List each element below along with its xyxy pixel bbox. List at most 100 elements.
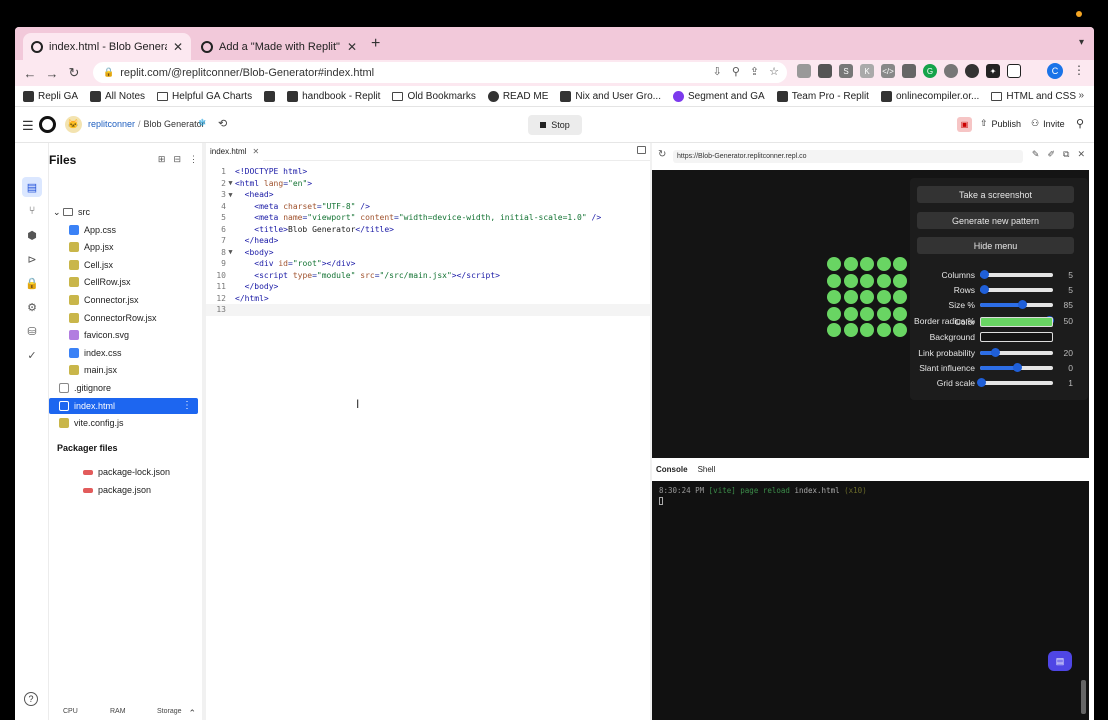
webview-reload-icon[interactable]: ↻ <box>658 149 666 160</box>
file-item[interactable]: index.css <box>49 345 198 361</box>
extension-icon[interactable] <box>818 64 832 78</box>
install-icon[interactable]: ⇩ <box>713 65 722 78</box>
history-icon[interactable]: ⟲ <box>218 117 227 130</box>
webview-url-field[interactable]: https://Blob-Generator.replitconner.repl… <box>673 150 1023 163</box>
bookmark-item[interactable]: Helpful GA Charts <box>157 91 252 102</box>
bookmark-star-icon[interactable]: ☆ <box>769 65 779 78</box>
replit-logo-icon[interactable] <box>39 116 56 133</box>
fold-toggle-icon[interactable]: ▼ <box>226 191 235 199</box>
zoom-icon[interactable]: ⚲ <box>732 65 740 78</box>
open-new-window-icon[interactable]: ⧉ <box>1063 149 1069 160</box>
extension-icon[interactable]: K <box>860 64 874 78</box>
extension-icon[interactable] <box>944 64 958 78</box>
bookmark-item[interactable] <box>264 90 276 102</box>
browser-menu-icon[interactable]: ⋮ <box>1073 63 1085 77</box>
fold-toggle-icon[interactable]: ▼ <box>226 248 235 256</box>
extension-icon[interactable]: S <box>839 64 853 78</box>
file-item[interactable]: App.jsx <box>49 239 198 255</box>
chat-icon[interactable]: ▤ <box>1048 651 1072 671</box>
debugger-tool-icon[interactable]: ⊳ <box>22 249 42 269</box>
bookmark-item[interactable]: Old Bookmarks <box>392 91 476 102</box>
invite-button[interactable]: ⚇ Invite <box>1031 118 1065 129</box>
checkmark-icon[interactable]: ✓ <box>22 345 42 365</box>
chevron-up-icon[interactable]: ⌃ <box>188 708 196 719</box>
new-folder-icon[interactable]: ⊟ <box>173 154 181 165</box>
bookmark-item[interactable]: Team Pro - Replit <box>776 90 869 102</box>
back-arrow-icon[interactable]: ← <box>19 66 41 81</box>
close-tab-icon[interactable]: ✕ <box>252 147 259 156</box>
tab-console[interactable]: Console <box>656 465 688 474</box>
files-menu-icon[interactable]: ⋮ <box>189 154 198 165</box>
background-picker[interactable] <box>980 331 1053 342</box>
secrets-lock-icon[interactable]: 🔒 <box>22 273 42 293</box>
bookmark-item[interactable]: All Notes <box>90 90 145 102</box>
gift-icon[interactable]: ▣ <box>957 117 972 132</box>
slider-handle[interactable] <box>1017 300 1027 310</box>
slider-handle[interactable] <box>990 347 1000 357</box>
tab-search-chevron-icon[interactable]: ▾ <box>1079 37 1084 48</box>
close-tab-icon[interactable]: ✕ <box>173 40 183 54</box>
slider-track[interactable] <box>980 300 1053 310</box>
slider-track[interactable] <box>979 284 1053 294</box>
file-item[interactable]: Connector.jsx <box>49 292 198 308</box>
puzzle-icon[interactable]: ✦ <box>986 64 1000 78</box>
new-file-icon[interactable]: ⊞ <box>158 154 166 165</box>
extension-icon[interactable] <box>965 64 979 78</box>
slider-track[interactable] <box>977 378 1053 388</box>
file-item[interactable]: index.html ⋮ <box>49 397 198 414</box>
file-item[interactable]: package-lock.json <box>49 464 198 480</box>
hide-menu-button[interactable]: Hide menu <box>917 237 1074 254</box>
file-item[interactable]: .gitignore <box>49 380 198 396</box>
git-tool-icon[interactable]: ⑂ <box>22 201 42 221</box>
stop-button[interactable]: Stop <box>528 115 582 135</box>
split-pane-icon[interactable] <box>637 146 646 154</box>
file-item[interactable]: vite.config.js <box>49 415 198 431</box>
files-tool-icon[interactable]: ▤ <box>22 177 42 197</box>
database-icon[interactable]: ⛁ <box>22 321 42 341</box>
file-item[interactable]: CellRow.jsx <box>49 274 198 290</box>
grammarly-icon[interactable]: G <box>923 64 937 78</box>
sidebar-toggle-icon[interactable] <box>1007 64 1021 78</box>
bookmark-item[interactable]: HTML and CSS <box>991 91 1076 102</box>
edit-pencil-icon[interactable]: ✎ <box>1032 149 1040 160</box>
search-icon[interactable]: ⚲ <box>1076 117 1084 130</box>
chevron-down-icon[interactable]: ⌄ <box>53 207 63 218</box>
reload-icon[interactable]: ↻ <box>63 65 85 81</box>
breadcrumb-repl-name[interactable]: Blob Generator <box>144 119 205 129</box>
share-icon[interactable]: ⇪ <box>750 65 759 78</box>
browser-tab[interactable]: Add a "Made with Replit" badg ✕ <box>193 33 365 60</box>
screenshot-button[interactable]: Take a screenshot <box>917 186 1074 203</box>
browser-tab-active[interactable]: index.html - Blob Generator - R ✕ <box>23 33 191 60</box>
bookmark-item[interactable]: Nix and User Gro... <box>560 90 661 102</box>
slider-track[interactable] <box>980 362 1053 372</box>
hamburger-menu-icon[interactable]: ☰ <box>22 118 34 134</box>
extension-icon[interactable] <box>902 64 916 78</box>
file-item[interactable]: main.jsx <box>49 362 198 378</box>
color-picker[interactable] <box>980 316 1053 327</box>
breadcrumb-user[interactable]: replitconner <box>88 119 135 129</box>
bookmark-item[interactable]: handbook - Replit <box>287 90 380 102</box>
settings-gear-icon[interactable]: ⚙ <box>22 297 42 317</box>
profile-avatar[interactable]: C <box>1047 63 1063 79</box>
folder-item[interactable]: ⌄ src <box>49 204 198 220</box>
file-item[interactable]: Cell.jsx <box>49 257 198 273</box>
new-tab-button[interactable]: + <box>371 35 380 53</box>
repl-avatar[interactable]: 🐱 <box>65 116 82 133</box>
slider-handle[interactable] <box>977 378 987 388</box>
tab-shell[interactable]: Shell <box>698 465 716 474</box>
slider-track[interactable] <box>980 347 1053 357</box>
bookmark-item[interactable]: Repli GA <box>23 90 78 102</box>
file-item[interactable]: App.css <box>49 222 198 238</box>
editor-tab[interactable]: index.html ✕ <box>206 143 264 161</box>
publish-button[interactable]: ⇧ Publish <box>980 118 1021 129</box>
forward-arrow-icon[interactable]: → <box>41 66 63 81</box>
bookmark-item[interactable]: READ ME <box>487 90 548 102</box>
console-scrollbar[interactable] <box>1081 680 1086 714</box>
slider-handle[interactable] <box>1012 362 1022 372</box>
extension-icon[interactable] <box>797 64 811 78</box>
file-item[interactable]: favicon.svg <box>49 327 198 343</box>
extension-icon[interactable]: </> <box>881 64 895 78</box>
console-output[interactable]: 8:30:24 PM [vite] page reload index.html… <box>652 481 1089 720</box>
packages-tool-icon[interactable]: ⬢ <box>22 225 42 245</box>
help-icon[interactable]: ? <box>24 692 38 706</box>
